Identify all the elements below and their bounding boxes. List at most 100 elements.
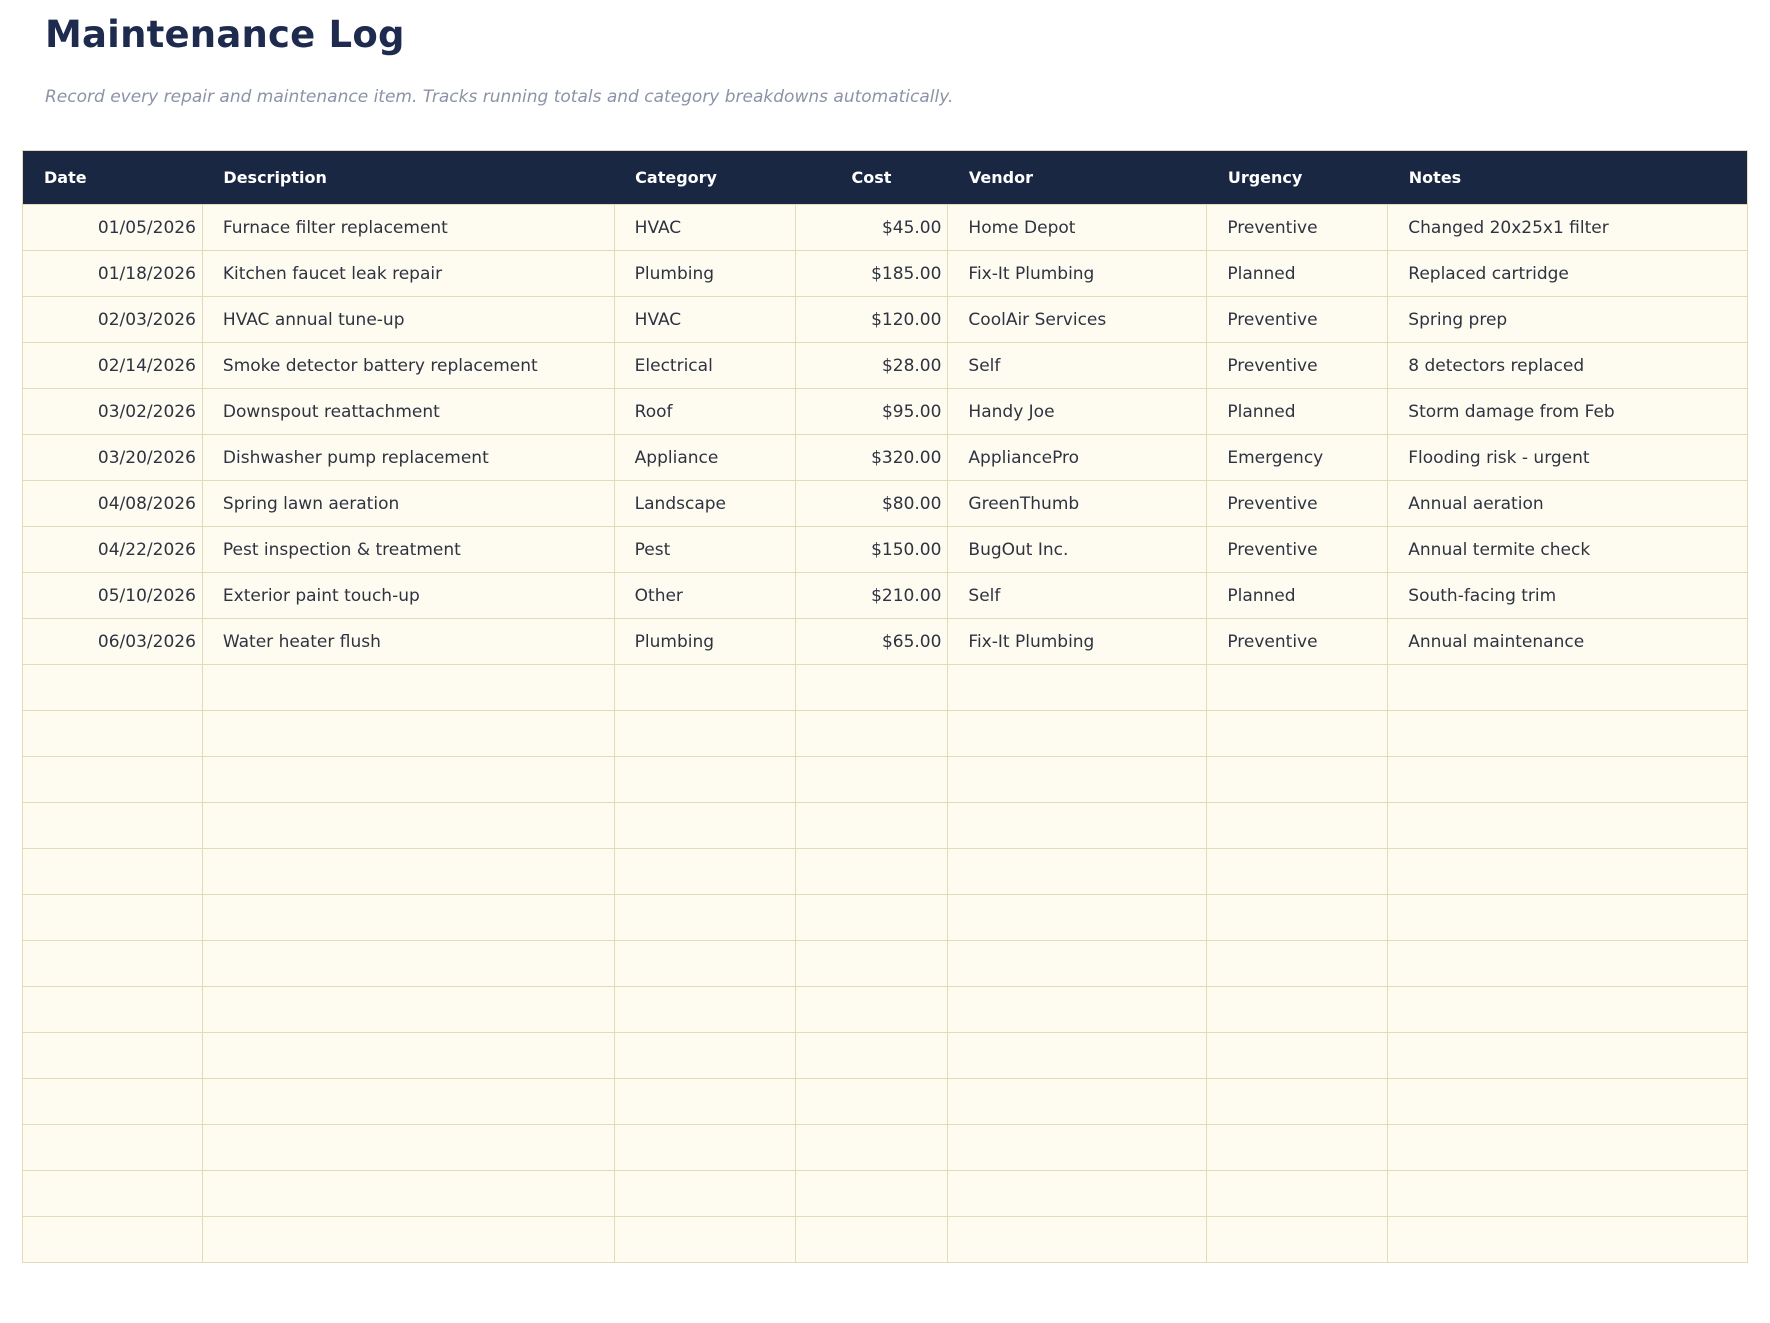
cell-notes[interactable]: Changed 20x25x1 filter — [1388, 205, 1748, 251]
cell-vendor[interactable]: CoolAir Services — [948, 297, 1207, 343]
cell-description[interactable] — [202, 757, 614, 803]
cell-cost[interactable] — [795, 665, 948, 711]
cell-date[interactable]: 01/18/2026 — [23, 251, 203, 297]
cell-urgency[interactable] — [1207, 987, 1388, 1033]
cell-category[interactable]: Other — [614, 573, 795, 619]
cell-category[interactable] — [614, 895, 795, 941]
cell-cost[interactable] — [795, 1033, 948, 1079]
cell-notes[interactable] — [1388, 987, 1748, 1033]
cell-date[interactable]: 05/10/2026 — [23, 573, 203, 619]
cell-cost[interactable]: $28.00 — [795, 343, 948, 389]
cell-vendor[interactable] — [948, 1079, 1207, 1125]
cell-description[interactable] — [202, 711, 614, 757]
cell-urgency[interactable]: Preventive — [1207, 619, 1388, 665]
cell-cost[interactable] — [795, 711, 948, 757]
cell-category[interactable] — [614, 987, 795, 1033]
cell-description[interactable]: Spring lawn aeration — [202, 481, 614, 527]
cell-description[interactable]: Furnace filter replacement — [202, 205, 614, 251]
cell-cost[interactable]: $45.00 — [795, 205, 948, 251]
cell-date[interactable]: 03/20/2026 — [23, 435, 203, 481]
cell-category[interactable] — [614, 1079, 795, 1125]
cell-notes[interactable]: Storm damage from Feb — [1388, 389, 1748, 435]
cell-cost[interactable]: $185.00 — [795, 251, 948, 297]
cell-urgency[interactable] — [1207, 665, 1388, 711]
cell-urgency[interactable]: Emergency — [1207, 435, 1388, 481]
cell-cost[interactable] — [795, 895, 948, 941]
cell-vendor[interactable] — [948, 665, 1207, 711]
cell-notes[interactable]: Replaced cartridge — [1388, 251, 1748, 297]
cell-cost[interactable] — [795, 1217, 948, 1263]
cell-urgency[interactable] — [1207, 757, 1388, 803]
cell-category[interactable]: Roof — [614, 389, 795, 435]
cell-notes[interactable] — [1388, 757, 1748, 803]
cell-urgency[interactable] — [1207, 1217, 1388, 1263]
cell-date[interactable] — [23, 1217, 203, 1263]
cell-category[interactable] — [614, 1171, 795, 1217]
cell-description[interactable]: Downspout reattachment — [202, 389, 614, 435]
cell-description[interactable] — [202, 987, 614, 1033]
cell-date[interactable] — [23, 1033, 203, 1079]
cell-vendor[interactable]: AppliancePro — [948, 435, 1207, 481]
cell-notes[interactable] — [1388, 803, 1748, 849]
cell-category[interactable] — [614, 1217, 795, 1263]
cell-category[interactable] — [614, 711, 795, 757]
cell-date[interactable] — [23, 1125, 203, 1171]
cell-cost[interactable]: $80.00 — [795, 481, 948, 527]
cell-vendor[interactable]: Home Depot — [948, 205, 1207, 251]
cell-urgency[interactable] — [1207, 1125, 1388, 1171]
cell-category[interactable]: Electrical — [614, 343, 795, 389]
cell-notes[interactable]: Annual termite check — [1388, 527, 1748, 573]
cell-category[interactable]: Landscape — [614, 481, 795, 527]
cell-vendor[interactable] — [948, 1217, 1207, 1263]
cell-notes[interactable] — [1388, 1217, 1748, 1263]
cell-cost[interactable]: $65.00 — [795, 619, 948, 665]
cell-description[interactable] — [202, 803, 614, 849]
cell-cost[interactable] — [795, 803, 948, 849]
cell-urgency[interactable]: Preventive — [1207, 297, 1388, 343]
cell-cost[interactable] — [795, 1079, 948, 1125]
cell-vendor[interactable] — [948, 941, 1207, 987]
cell-cost[interactable] — [795, 849, 948, 895]
cell-notes[interactable] — [1388, 941, 1748, 987]
cell-notes[interactable]: 8 detectors replaced — [1388, 343, 1748, 389]
cell-category[interactable] — [614, 1125, 795, 1171]
cell-urgency[interactable] — [1207, 895, 1388, 941]
cell-urgency[interactable]: Planned — [1207, 389, 1388, 435]
cell-category[interactable] — [614, 941, 795, 987]
cell-description[interactable] — [202, 1033, 614, 1079]
cell-description[interactable] — [202, 665, 614, 711]
cell-notes[interactable] — [1388, 711, 1748, 757]
cell-date[interactable]: 02/03/2026 — [23, 297, 203, 343]
cell-notes[interactable] — [1388, 1125, 1748, 1171]
cell-cost[interactable] — [795, 987, 948, 1033]
cell-category[interactable]: Pest — [614, 527, 795, 573]
cell-urgency[interactable] — [1207, 1033, 1388, 1079]
cell-cost[interactable] — [795, 941, 948, 987]
cell-urgency[interactable] — [1207, 941, 1388, 987]
cell-cost[interactable]: $120.00 — [795, 297, 948, 343]
cell-category[interactable]: HVAC — [614, 205, 795, 251]
cell-notes[interactable]: Flooding risk - urgent — [1388, 435, 1748, 481]
cell-notes[interactable] — [1388, 1171, 1748, 1217]
cell-urgency[interactable]: Preventive — [1207, 343, 1388, 389]
cell-vendor[interactable] — [948, 987, 1207, 1033]
cell-description[interactable] — [202, 1125, 614, 1171]
cell-urgency[interactable]: Preventive — [1207, 205, 1388, 251]
cell-vendor[interactable] — [948, 1033, 1207, 1079]
cell-cost[interactable]: $95.00 — [795, 389, 948, 435]
cell-date[interactable] — [23, 711, 203, 757]
cell-category[interactable] — [614, 1033, 795, 1079]
cell-description[interactable]: Water heater flush — [202, 619, 614, 665]
cell-description[interactable] — [202, 849, 614, 895]
cell-date[interactable] — [23, 941, 203, 987]
cell-date[interactable] — [23, 987, 203, 1033]
cell-date[interactable]: 02/14/2026 — [23, 343, 203, 389]
cell-vendor[interactable] — [948, 711, 1207, 757]
cell-description[interactable]: Exterior paint touch-up — [202, 573, 614, 619]
cell-date[interactable]: 04/08/2026 — [23, 481, 203, 527]
cell-urgency[interactable] — [1207, 849, 1388, 895]
cell-description[interactable] — [202, 1171, 614, 1217]
cell-urgency[interactable]: Preventive — [1207, 481, 1388, 527]
cell-urgency[interactable] — [1207, 803, 1388, 849]
cell-category[interactable]: Plumbing — [614, 619, 795, 665]
